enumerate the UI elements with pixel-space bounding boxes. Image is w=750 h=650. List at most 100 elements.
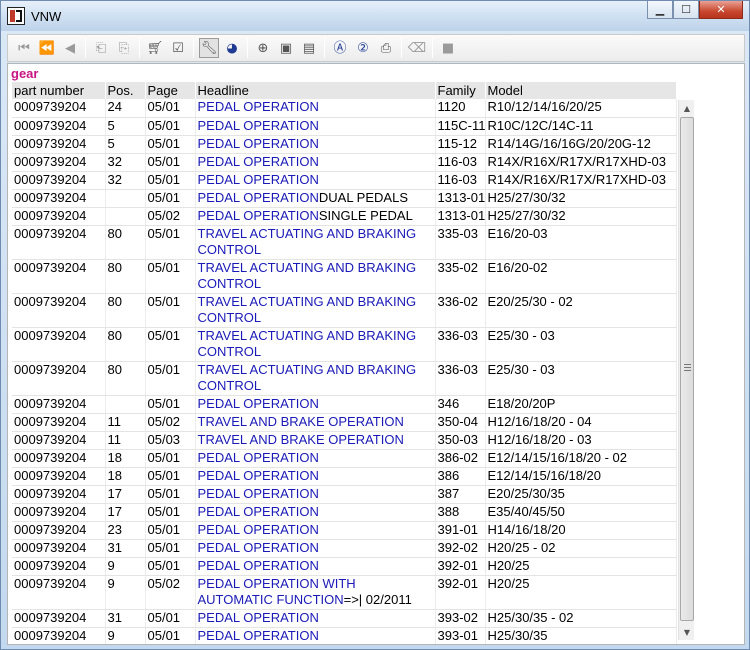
cell-family: 336-03 xyxy=(435,361,486,396)
table-row[interactable]: 0009739204 80 05/01 TRAVEL ACTUATING AND BR… xyxy=(12,361,677,396)
table-row[interactable]: 0009739204 17 05/01 PEDAL OPERATION 387 E20/2… xyxy=(12,485,677,504)
cell-family: 392-01 xyxy=(435,557,486,576)
headline-link[interactable]: TRAVEL ACTUATING AND BRAKING CONTROL xyxy=(198,362,417,393)
headline-link[interactable]: TRAVEL ACTUATING AND BRAKING CONTROL xyxy=(198,294,417,325)
prev-page-icon[interactable]: ⏪ xyxy=(37,38,57,58)
headline-link[interactable]: PEDAL OPERATION xyxy=(198,154,319,169)
prev-record-icon[interactable]: ◀ xyxy=(60,38,80,58)
cell-model: E12/14/15/16/18/20 - 02 xyxy=(485,449,677,468)
table-row[interactable]: 0009739204 80 05/01 TRAVEL ACTUATING AND BR… xyxy=(12,225,677,260)
headline-link[interactable]: PEDAL OPERATION xyxy=(198,468,319,483)
eraser-icon[interactable]: ⌫ xyxy=(407,38,427,58)
column-header-headline[interactable]: Headline xyxy=(195,82,436,99)
table-row[interactable]: 0009739204 31 05/01 PEDAL OPERATION 392-02 H2… xyxy=(12,539,677,558)
headline-link[interactable]: PEDAL OPERATION xyxy=(198,504,319,519)
cell-pos: 80 xyxy=(105,259,146,294)
headline-link[interactable]: PEDAL OPERATION xyxy=(198,99,319,114)
column-header-model[interactable]: Model xyxy=(485,82,677,99)
table-row[interactable]: 0009739204 9 05/01 PEDAL OPERATION 392-01 H20… xyxy=(12,557,677,576)
wrench-icon[interactable]: 🔧︎ xyxy=(199,38,219,58)
headline-link[interactable]: PEDAL OPERATION xyxy=(198,136,319,151)
headline-link[interactable]: PEDAL OPERATION xyxy=(198,610,319,625)
headline-link[interactable]: PEDAL OPERATION xyxy=(198,396,319,411)
table-row[interactable]: 0009739204 31 05/01 PEDAL OPERATION 393-02 H2… xyxy=(12,609,677,628)
headline-link[interactable]: PEDAL OPERATION xyxy=(198,540,319,555)
table-row[interactable]: 0009739204 32 05/01 PEDAL OPERATION 116-03 R1… xyxy=(12,153,677,172)
headline-link[interactable]: PEDAL OPERATION xyxy=(198,208,319,223)
search-a-icon[interactable]: Ⓐ xyxy=(330,38,350,58)
title-bar[interactable]: VNW ▁ ☐ ✕ xyxy=(1,1,749,31)
column-header-pos[interactable]: Pos. xyxy=(105,82,146,99)
cell-pos: 31 xyxy=(105,609,146,628)
search-2-icon[interactable]: ② xyxy=(353,38,373,58)
zoom-in-icon[interactable]: ⊕ xyxy=(253,38,273,58)
table-row[interactable]: 0009739204 80 05/01 TRAVEL ACTUATING AND BR… xyxy=(12,327,677,362)
cell-part-number: 0009739204 xyxy=(12,485,106,504)
table-row[interactable]: 0009739204 05/01 PEDAL OPERATION 346 E18/20/… xyxy=(12,395,677,414)
cell-family: 115C-11 xyxy=(435,117,486,136)
scroll-up-arrow[interactable]: ▲ xyxy=(679,100,695,116)
table-row[interactable]: 0009739204 5 05/01 PEDAL OPERATION 115C-11 R1… xyxy=(12,117,677,136)
table-row[interactable]: 0009739204 18 05/01 PEDAL OPERATION 386-02 E1… xyxy=(12,449,677,468)
doc-forward-icon[interactable]: ⎘ xyxy=(114,38,134,58)
column-header-part-number[interactable]: part number xyxy=(12,82,106,99)
headline-link[interactable]: PEDAL OPERATION xyxy=(198,486,319,501)
table-row[interactable]: 0009739204 9 05/02 PEDAL OPERATION WITH AUT… xyxy=(12,575,677,610)
table-row[interactable]: 0009739204 17 05/01 PEDAL OPERATION 388 E35/4… xyxy=(12,503,677,522)
scroll-down-arrow[interactable]: ▼ xyxy=(679,624,695,640)
table-row[interactable]: 0009739204 23 05/01 PEDAL OPERATION 391-01 H1… xyxy=(12,521,677,540)
globe-icon[interactable]: ◕ xyxy=(222,38,242,58)
headline-link[interactable]: PEDAL OPERATION xyxy=(198,558,319,573)
checklist-icon[interactable]: ☑ xyxy=(168,38,188,58)
table-row[interactable]: 0009739204 11 05/03 TRAVEL AND BRAKE OPERAT… xyxy=(12,431,677,450)
headline-link[interactable]: PEDAL OPERATION xyxy=(198,190,319,205)
headline-link[interactable]: PEDAL OPERATION xyxy=(198,118,319,133)
headline-link[interactable]: TRAVEL ACTUATING AND BRAKING CONTROL xyxy=(198,328,417,359)
cell-part-number: 0009739204 xyxy=(12,539,106,558)
table-row[interactable]: 0009739204 05/01 PEDAL OPERATIONDUAL PEDAL… xyxy=(12,189,677,208)
page-icon[interactable]: ▣ xyxy=(276,38,296,58)
headline-link[interactable]: TRAVEL AND BRAKE OPERATION xyxy=(198,414,404,429)
cell-part-number: 0009739204 xyxy=(12,361,106,396)
cell-model: E12/14/15/16/18/20 xyxy=(485,467,677,486)
table-row[interactable]: 0009739204 9 05/01 PEDAL OPERATION 393-01 H25… xyxy=(12,627,677,644)
cell-family: 336-02 xyxy=(435,293,486,328)
table-header-row: part number Pos. Page Headline Family Mo… xyxy=(12,82,677,99)
table-row[interactable]: 0009739204 05/02 PEDAL OPERATIONSINGLE PED… xyxy=(12,207,677,226)
maximize-button[interactable]: ☐ xyxy=(673,1,699,19)
cell-family: 391-01 xyxy=(435,521,486,540)
headline-link[interactable]: PEDAL OPERATION WITH AUTOMATIC FUNCTION xyxy=(198,576,356,607)
cell-page: 05/01 xyxy=(145,609,196,628)
vertical-scrollbar[interactable]: ▲ ▼ xyxy=(678,100,694,640)
table-row[interactable]: 0009739204 80 05/01 TRAVEL ACTUATING AND BR… xyxy=(12,259,677,294)
headline-link[interactable]: PEDAL OPERATION xyxy=(198,450,319,465)
headline-link[interactable]: PEDAL OPERATION xyxy=(198,522,319,537)
table-row[interactable]: 0009739204 80 05/01 TRAVEL ACTUATING AND BR… xyxy=(12,293,677,328)
headline-link[interactable]: TRAVEL AND BRAKE OPERATION xyxy=(198,432,404,447)
table-row[interactable]: 0009739204 11 05/02 TRAVEL AND BRAKE OPERAT… xyxy=(12,413,677,432)
scroll-thumb[interactable] xyxy=(680,117,694,621)
print-icon[interactable]: ⎙ xyxy=(376,38,396,58)
table-row[interactable]: 0009739204 5 05/01 PEDAL OPERATION 115-12 R14… xyxy=(12,135,677,154)
table-row[interactable]: 0009739204 32 05/01 PEDAL OPERATION 116-03 R1… xyxy=(12,171,677,190)
cell-family: 392-01 xyxy=(435,575,486,610)
table-row[interactable]: 0009739204 18 05/01 PEDAL OPERATION 386 E12/1… xyxy=(12,467,677,486)
close-button[interactable]: ✕ xyxy=(699,1,743,19)
headline-link[interactable]: TRAVEL ACTUATING AND BRAKING CONTROL xyxy=(198,260,417,291)
headline-link[interactable]: TRAVEL ACTUATING AND BRAKING CONTROL xyxy=(198,226,417,257)
cart-icon[interactable]: 🛒︎ xyxy=(145,38,165,58)
stop-icon[interactable]: ■ xyxy=(438,38,458,58)
cell-pos: 11 xyxy=(105,413,146,432)
doc-back-icon[interactable]: ⎗ xyxy=(91,38,111,58)
column-header-family[interactable]: Family xyxy=(435,82,486,99)
column-header-page[interactable]: Page xyxy=(145,82,196,99)
minimize-button[interactable]: ▁ xyxy=(647,1,673,19)
table-row[interactable]: 0009739204 24 05/01 PEDAL OPERATION 1120 R10/… xyxy=(12,99,677,118)
app-icon[interactable] xyxy=(7,7,25,25)
headline-link[interactable]: PEDAL OPERATION xyxy=(198,628,319,643)
page-alt-icon[interactable]: ▤ xyxy=(299,38,319,58)
headline-link[interactable]: PEDAL OPERATION xyxy=(198,172,319,187)
first-record-icon[interactable]: ⏮ xyxy=(14,38,34,58)
cell-pos xyxy=(105,395,146,414)
cell-headline: PEDAL OPERATION xyxy=(195,467,436,486)
